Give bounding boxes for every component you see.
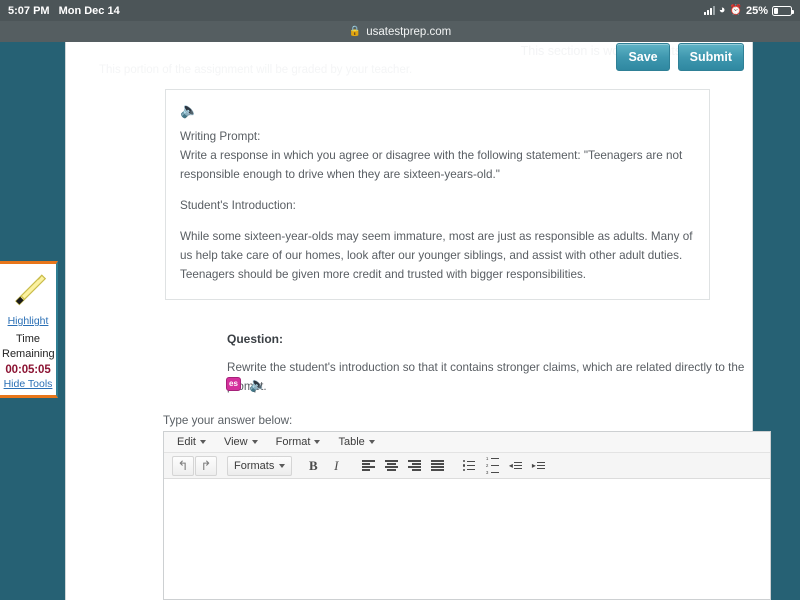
question-heading: Question: — [227, 332, 283, 346]
align-justify-icon[interactable] — [426, 456, 448, 476]
lock-icon: 🔒 — [349, 26, 361, 37]
menu-item-edit-label: Edit — [177, 436, 196, 448]
cellular-signal-icon — [704, 6, 715, 15]
speaker-icon[interactable]: 🔈 — [180, 103, 199, 118]
question-icon-row: es 🔈 — [226, 377, 266, 391]
menu-item-format[interactable]: Format — [269, 434, 328, 450]
chevron-down-icon — [369, 440, 375, 444]
numbered-list-icon[interactable]: 123 — [481, 456, 503, 476]
student-introduction-label: Student's Introduction: — [180, 197, 695, 216]
toolbar-group-lists: 123 ◂ ▸ — [454, 456, 553, 476]
writing-prompt-box: 🔈 Writing Prompt: Write a response in wh… — [165, 89, 710, 300]
student-introduction-text: While some sixteen-year-olds may seem im… — [180, 228, 695, 285]
save-button[interactable]: Save — [616, 43, 669, 71]
answer-label: Type your answer below: — [163, 414, 292, 427]
submit-button[interactable]: Submit — [678, 43, 744, 71]
chevron-down-icon — [279, 464, 285, 468]
bold-button[interactable]: B — [302, 456, 324, 476]
status-bar-right: ◕ ⏰ 25% — [704, 5, 792, 17]
status-bar-time: 5:07 PM — [8, 5, 50, 17]
redo-icon[interactable]: ↱ — [195, 456, 217, 476]
time-label-line2: Remaining — [2, 347, 54, 362]
time-remaining-label: Time Remaining — [2, 332, 54, 361]
italic-button[interactable]: I — [325, 456, 347, 476]
rich-text-editor: Edit View Format Table ↰ — [163, 431, 771, 600]
menu-item-table[interactable]: Table — [331, 434, 381, 450]
translate-es-icon[interactable]: es — [226, 377, 241, 391]
browser-url-bar[interactable]: 🔒 usatestprep.com — [0, 21, 800, 42]
align-left-icon[interactable] — [357, 456, 379, 476]
tools-panel: Highlight Time Remaining 00:05:05 Hide T… — [0, 261, 58, 398]
question-text: Rewrite the student's introduction so th… — [227, 359, 767, 396]
editor-toolbar: ↰ ↱ Formats B I — [164, 453, 770, 479]
status-bar-left: 5:07 PM Mon Dec 14 — [8, 5, 120, 17]
time-label-line1: Time — [2, 332, 54, 347]
speaker-icon[interactable]: 🔈 — [249, 377, 266, 391]
status-bar-date: Mon Dec 14 — [59, 5, 120, 17]
chevron-down-icon — [314, 440, 320, 444]
alarm-clock-icon: ⏰ — [730, 6, 742, 16]
battery-icon — [772, 6, 792, 16]
editor-menu-bar: Edit View Format Table — [164, 432, 770, 453]
assignment-content-panel: This section is worth 5 points of a tota… — [65, 42, 753, 600]
highlight-tool-link[interactable]: Highlight — [2, 315, 54, 327]
undo-icon[interactable]: ↰ — [172, 456, 194, 476]
formats-dropdown-label: Formats — [234, 460, 274, 472]
bullet-list-icon[interactable] — [458, 456, 480, 476]
battery-percent-label: 25% — [746, 5, 768, 17]
writing-prompt-text: Write a response in which you agree or d… — [180, 147, 695, 185]
menu-item-view[interactable]: View — [217, 434, 265, 450]
menu-item-view-label: View — [224, 436, 248, 448]
menu-item-table-label: Table — [338, 436, 364, 448]
chevron-down-icon — [200, 440, 206, 444]
menu-item-edit[interactable]: Edit — [170, 434, 213, 450]
toolbar-group-align — [353, 456, 452, 476]
page-canvas: This section is worth 5 points of a tota… — [0, 42, 800, 600]
menu-item-format-label: Format — [276, 436, 311, 448]
hide-tools-link[interactable]: Hide Tools — [2, 378, 54, 390]
action-buttons: Save Submit — [616, 43, 744, 71]
indent-icon[interactable]: ▸ — [527, 456, 549, 476]
answer-textarea[interactable] — [164, 479, 770, 599]
formats-dropdown[interactable]: Formats — [227, 456, 292, 476]
chevron-down-icon — [252, 440, 258, 444]
writing-prompt-label: Writing Prompt: — [180, 128, 695, 147]
ios-status-bar: 5:07 PM Mon Dec 14 ◕ ⏰ 25% — [0, 0, 800, 21]
align-right-icon[interactable] — [403, 456, 425, 476]
wifi-icon: ◕ — [719, 5, 726, 16]
align-center-icon[interactable] — [380, 456, 402, 476]
url-text: usatestprep.com — [366, 26, 451, 38]
toolbar-group-history: ↰ ↱ — [168, 456, 221, 476]
outdent-icon[interactable]: ◂ — [504, 456, 526, 476]
highlighter-icon — [7, 270, 49, 308]
toolbar-group-style: B I — [298, 456, 351, 476]
grading-note: This portion of the assignment will be g… — [99, 64, 412, 76]
time-remaining-value: 00:05:05 — [2, 364, 54, 376]
toolbar-group-formats: Formats — [223, 456, 296, 476]
